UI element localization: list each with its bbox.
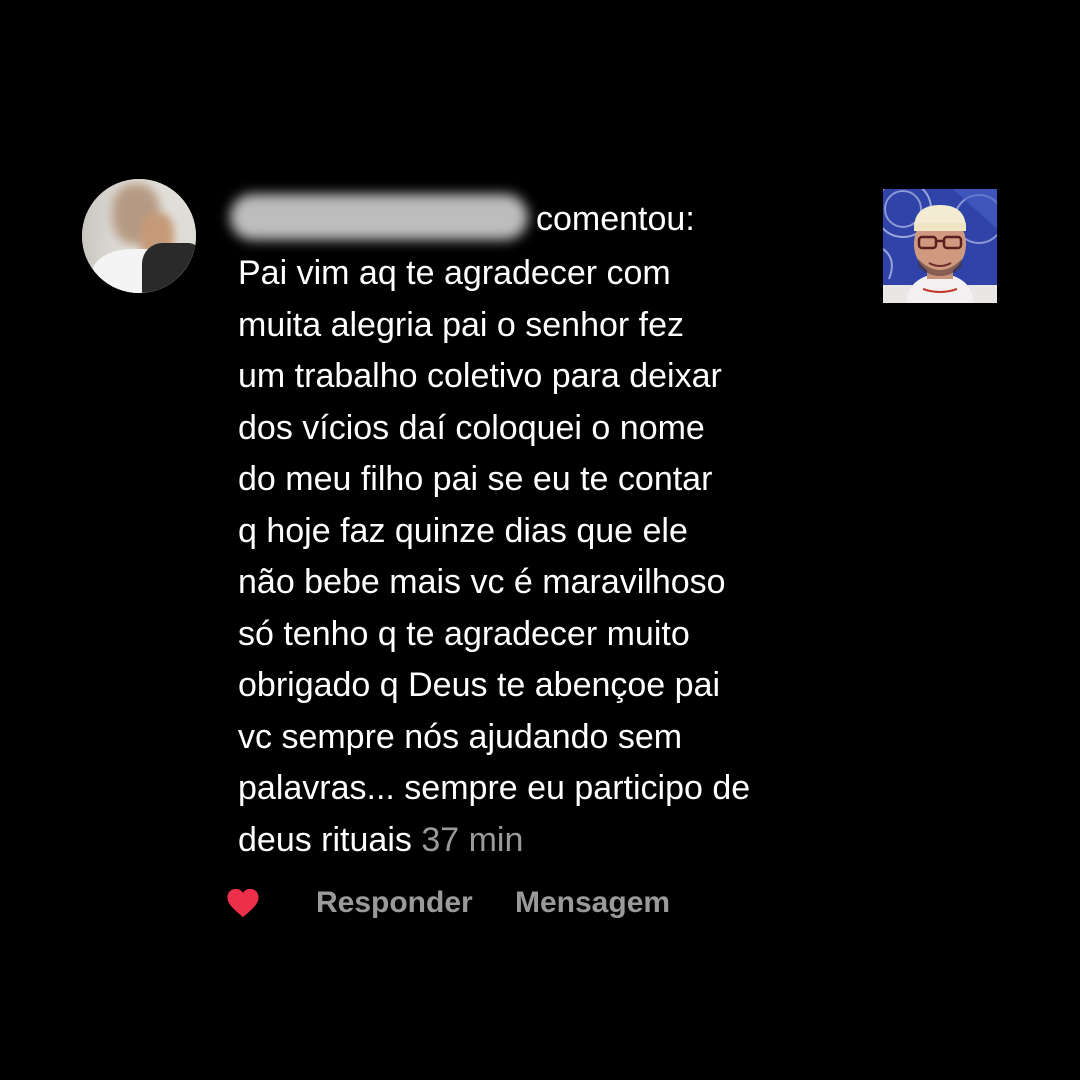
reply-button[interactable]: Responder: [316, 883, 473, 923]
avatar-jacket: [142, 243, 196, 293]
commenter-avatar[interactable]: [82, 179, 196, 293]
comment-text: Pai vim aq te agradecer com muita alegri…: [238, 254, 751, 859]
comment-body: Pai vim aq te agradecer com muita alegri…: [238, 248, 858, 866]
heart-icon[interactable]: [226, 887, 260, 919]
comment-action-text: comentou:: [536, 200, 695, 238]
post-thumbnail-image: [883, 189, 997, 303]
blurred-username[interactable]: [230, 194, 528, 240]
comment-timestamp: 37 min: [421, 820, 524, 859]
post-thumbnail[interactable]: [883, 189, 997, 303]
message-button[interactable]: Mensagem: [515, 883, 670, 923]
